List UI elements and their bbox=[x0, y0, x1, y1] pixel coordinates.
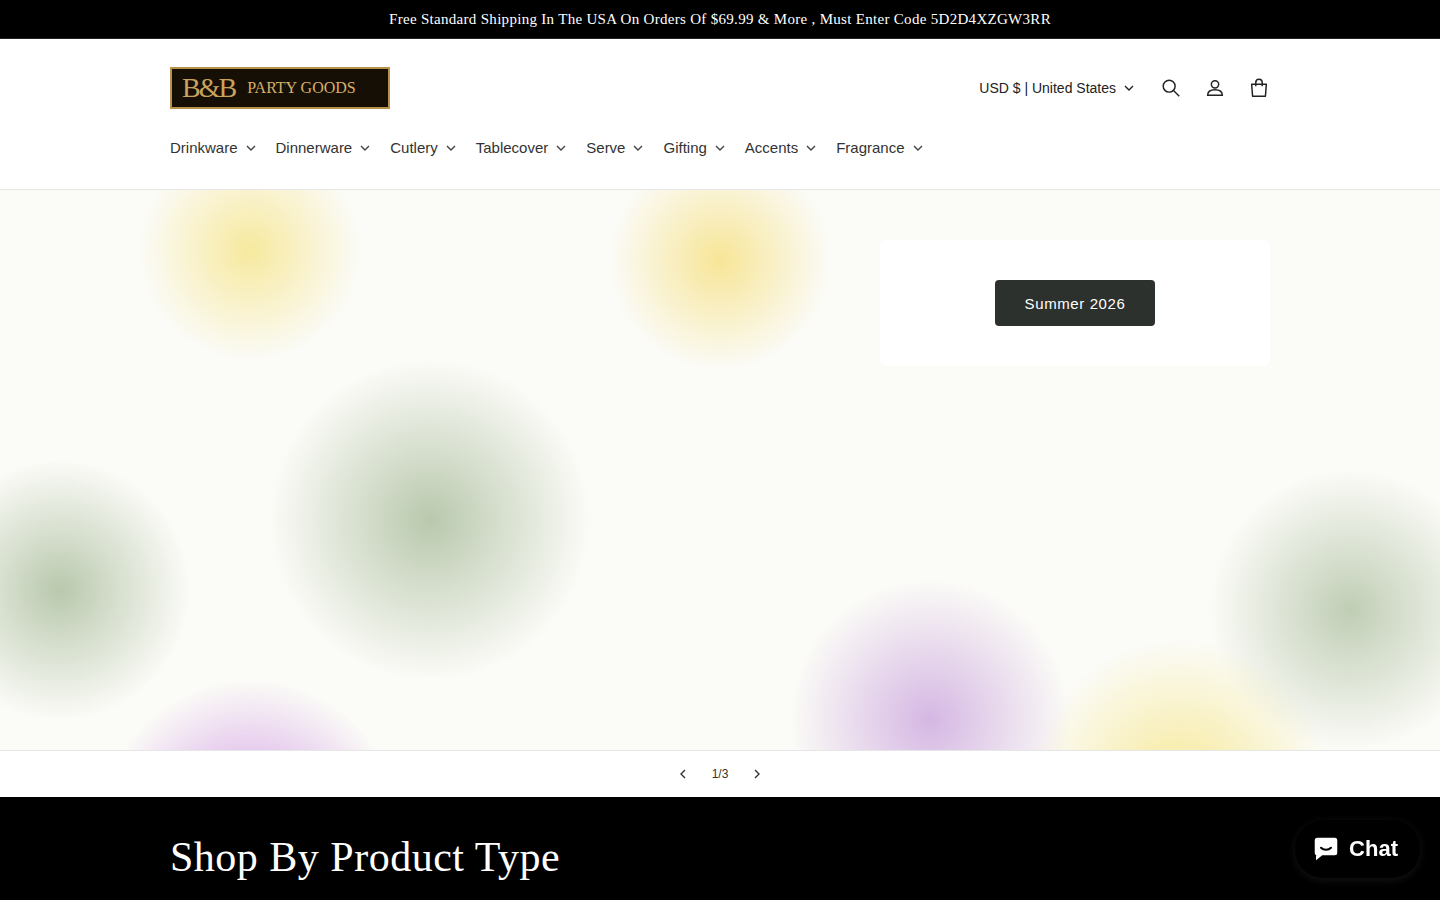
chevron-down-icon bbox=[913, 145, 923, 151]
chevron-left-icon bbox=[680, 769, 686, 779]
chevron-down-icon bbox=[715, 145, 725, 151]
logo[interactable]: B&B PARTY GOODS bbox=[170, 67, 390, 109]
previous-slide-button[interactable] bbox=[668, 754, 698, 794]
nav-label: Drinkware bbox=[170, 138, 238, 158]
cart-icon[interactable] bbox=[1248, 77, 1270, 99]
chat-button[interactable]: Chat bbox=[1295, 820, 1420, 878]
chat-label: Chat bbox=[1349, 836, 1398, 862]
announcement-text: Free Standard Shipping In The USA On Ord… bbox=[389, 11, 1051, 28]
next-slide-button[interactable] bbox=[742, 754, 772, 794]
chevron-down-icon bbox=[446, 145, 456, 151]
nav-label: Fragrance bbox=[836, 138, 904, 158]
header-top: B&B PARTY GOODS USD $ | United States bbox=[170, 67, 1270, 109]
section-title: Shop By Product Type bbox=[170, 833, 1270, 881]
hero-banner: Summer 2026 bbox=[0, 190, 1440, 750]
nav-item[interactable]: Serve bbox=[586, 128, 643, 168]
chat-bubble-icon bbox=[1311, 834, 1341, 864]
chevron-down-icon bbox=[633, 145, 643, 151]
chevron-down-icon bbox=[556, 145, 566, 151]
hero-card: Summer 2026 bbox=[880, 240, 1270, 366]
chevron-down-icon bbox=[360, 145, 370, 151]
nav-label: Serve bbox=[586, 138, 625, 158]
locale-selector[interactable]: USD $ | United States bbox=[979, 80, 1138, 96]
nav-item[interactable]: Gifting bbox=[663, 128, 724, 168]
chevron-down-icon bbox=[806, 145, 816, 151]
logo-name: PARTY GOODS bbox=[247, 79, 356, 97]
account-icon[interactable] bbox=[1204, 77, 1226, 99]
nav-item[interactable]: Accents bbox=[745, 128, 816, 168]
chevron-down-icon bbox=[1124, 85, 1134, 91]
nav-item[interactable]: Drinkware bbox=[170, 128, 256, 168]
nav-item[interactable]: Dinnerware bbox=[276, 128, 371, 168]
nav-item[interactable]: Tablecover bbox=[476, 128, 567, 168]
product-type-section: Shop By Product Type bbox=[0, 797, 1440, 900]
nav-label: Gifting bbox=[663, 138, 706, 158]
main-nav: Drinkware Dinnerware Cutlery Tablecover Serv… bbox=[170, 128, 1270, 168]
chevron-down-icon bbox=[246, 145, 256, 151]
announcement-bar: Free Standard Shipping In The USA On Ord… bbox=[0, 0, 1440, 39]
hero-button[interactable]: Summer 2026 bbox=[995, 280, 1156, 326]
nav-item[interactable]: Cutlery bbox=[390, 128, 456, 168]
site-header: B&B PARTY GOODS USD $ | United States Drink… bbox=[0, 39, 1440, 190]
nav-label: Dinnerware bbox=[276, 138, 353, 158]
nav-label: Accents bbox=[745, 138, 798, 158]
search-icon[interactable] bbox=[1160, 77, 1182, 99]
logo-mark: B&B bbox=[182, 72, 235, 104]
slide-counter: 1/3 bbox=[712, 767, 729, 781]
chevron-right-icon bbox=[754, 769, 760, 779]
nav-item[interactable]: Fragrance bbox=[836, 128, 922, 168]
nav-label: Cutlery bbox=[390, 138, 438, 158]
nav-label: Tablecover bbox=[476, 138, 549, 158]
locale-label: USD $ | United States bbox=[979, 80, 1116, 96]
slider-controls: 1/3 bbox=[0, 750, 1440, 797]
storefront-page: Free Standard Shipping In The USA On Ord… bbox=[0, 0, 1440, 900]
header-actions: USD $ | United States bbox=[979, 77, 1270, 99]
